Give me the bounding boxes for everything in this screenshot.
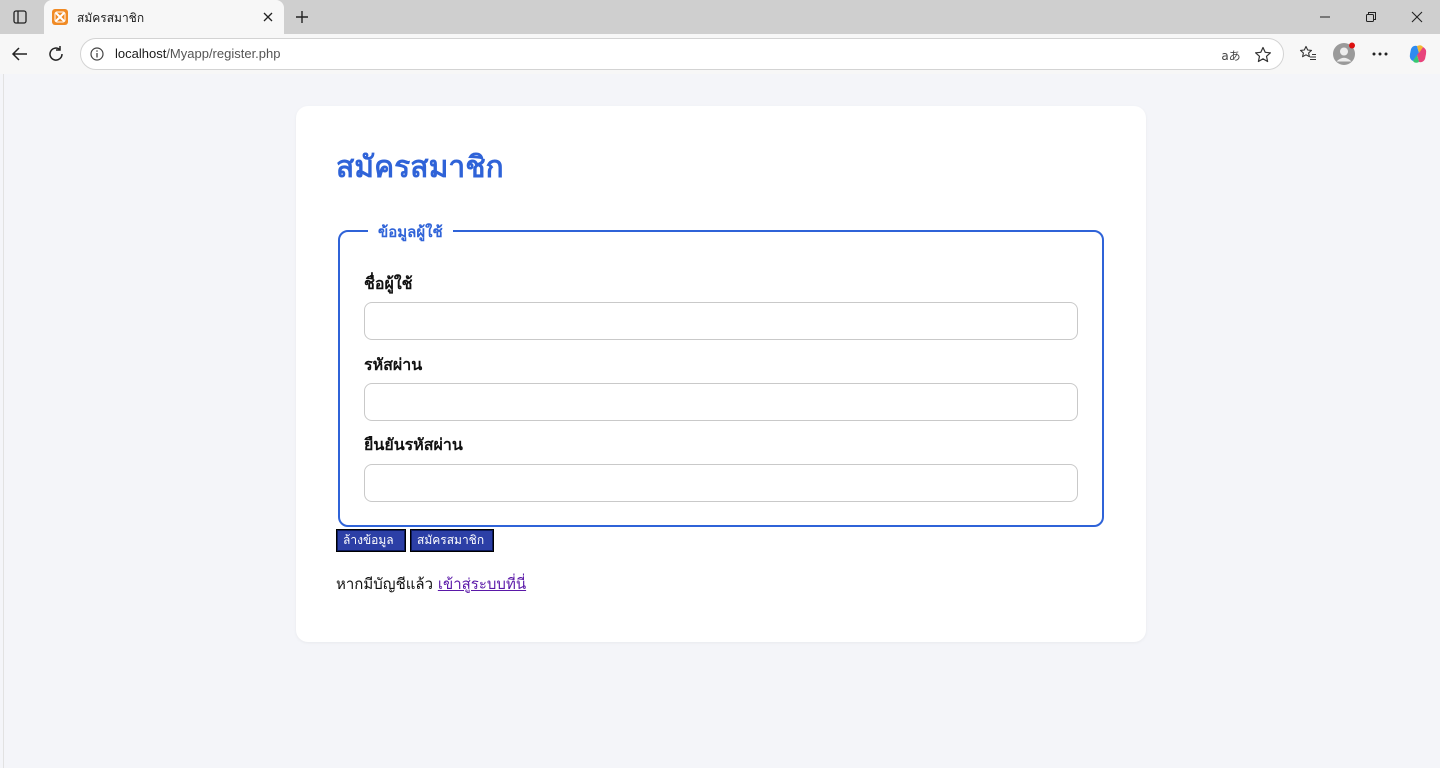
- minimize-icon[interactable]: [1313, 5, 1337, 29]
- read-aloud-icon[interactable]: aあ: [1221, 45, 1241, 65]
- url-text[interactable]: localhost/Myapp/register.php: [115, 46, 281, 61]
- tab-actions-icon[interactable]: [8, 5, 32, 29]
- favorite-star-icon[interactable]: [1253, 45, 1273, 65]
- page-title: สมัครสมาชิก: [336, 150, 504, 185]
- confirm-password-label: ยืนยันรหัสผ่าน: [364, 435, 463, 454]
- xampp-favicon-icon: [52, 9, 68, 25]
- password-input[interactable]: [364, 383, 1078, 421]
- browser-toolbar: localhost/Myapp/register.php aあ: [0, 34, 1440, 74]
- login-prompt-text: หากมีบัญชีแล้ว: [336, 575, 434, 593]
- url-path: /Myapp/register.php: [166, 46, 281, 61]
- tab-strip: สมัครสมาชิก: [0, 0, 1440, 34]
- favorites-icon[interactable]: [1294, 40, 1322, 68]
- new-tab-icon[interactable]: [290, 5, 314, 29]
- url-host: localhost: [115, 46, 167, 61]
- password-label: รหัสผ่าน: [364, 355, 423, 374]
- address-bar[interactable]: localhost/Myapp/register.php aあ: [80, 38, 1284, 70]
- back-arrow-icon[interactable]: [6, 40, 34, 68]
- register-card: สมัครสมาชิก ข้อมูลผู้ใช้ ชื่อผู้ใช้ รหัส…: [296, 106, 1146, 642]
- copilot-icon[interactable]: [1404, 40, 1432, 68]
- tab-title: สมัครสมาชิก: [77, 11, 145, 25]
- close-window-icon[interactable]: [1405, 5, 1429, 29]
- login-link[interactable]: เข้าสู่ระบบที่นี่: [438, 575, 526, 593]
- more-options-icon[interactable]: [1366, 40, 1394, 68]
- page-viewport: สมัครสมาชิก ข้อมูลผู้ใช้ ชื่อผู้ใช้ รหัส…: [3, 74, 1440, 768]
- restore-icon[interactable]: [1359, 5, 1383, 29]
- refresh-icon[interactable]: [42, 40, 70, 68]
- site-info-icon[interactable]: [89, 46, 105, 62]
- username-input[interactable]: [364, 302, 1078, 340]
- close-tab-icon[interactable]: [260, 9, 276, 25]
- fieldset-legend: ข้อมูลผู้ใช้: [368, 220, 453, 244]
- username-label: ชื่อผู้ใช้: [364, 274, 413, 293]
- confirm-password-input[interactable]: [364, 464, 1078, 502]
- profile-avatar-icon[interactable]: [1330, 40, 1358, 68]
- active-tab[interactable]: สมัครสมาชิก: [44, 0, 284, 34]
- clear-button[interactable]: ล้างข้อมูล: [336, 529, 406, 552]
- login-prompt: หากมีบัญชีแล้ว เข้าสู่ระบบที่นี่: [336, 572, 526, 596]
- register-button[interactable]: สมัครสมาชิก: [410, 529, 494, 552]
- user-info-fieldset: ข้อมูลผู้ใช้ ชื่อผู้ใช้ รหัสผ่าน ยืนยันร…: [338, 220, 1104, 527]
